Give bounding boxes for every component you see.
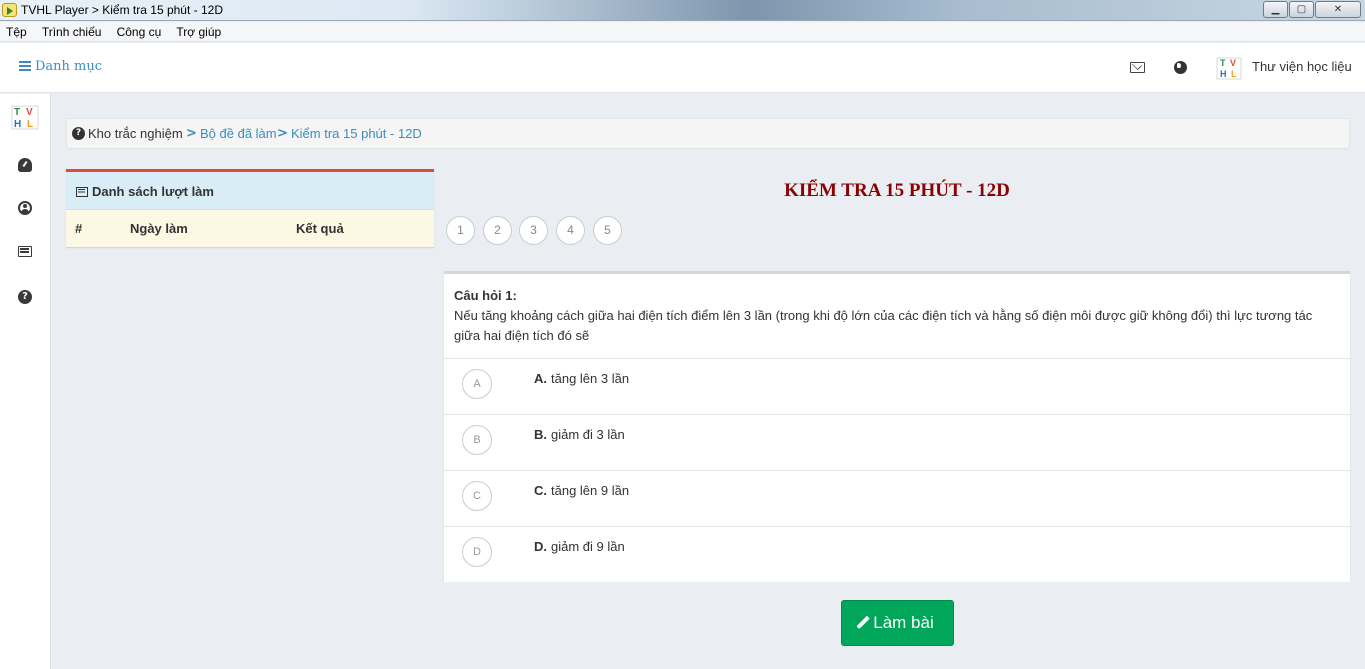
option-label: D. — [534, 539, 547, 554]
breadcrumb-item-done-sets[interactable]: Bộ đề đã làm — [200, 126, 277, 141]
menu-item-file[interactable]: Tệp — [0, 22, 32, 39]
breadcrumb: ? Kho trắc nghiệm > Bộ đề đã làm > Kiểm … — [66, 118, 1350, 149]
option-radio-b[interactable]: B — [462, 425, 492, 455]
quiz-title: KIỂM TRA 15 PHÚT - 12D — [784, 180, 1010, 201]
svg-text:T: T — [14, 107, 20, 118]
window-title: TVHL Player > Kiểm tra 15 phút - 12D — [21, 3, 223, 17]
chevron-right-icon: > — [186, 126, 197, 141]
submit-quiz-button[interactable]: Làm bài — [841, 600, 954, 646]
answer-option-c[interactable]: C C. tăng lên 9 lần — [444, 470, 1350, 526]
option-label: A. — [534, 371, 547, 386]
globe-icon[interactable] — [1174, 61, 1187, 74]
option-text: giảm đi 3 lần — [551, 427, 625, 442]
question-circle-icon: ? — [72, 127, 85, 140]
submit-label: Làm bài — [873, 613, 934, 632]
option-radio-a[interactable]: A — [462, 369, 492, 399]
menu-item-tools[interactable]: Công cụ — [111, 22, 167, 39]
breadcrumb-item-current-quiz[interactable]: Kiểm tra 15 phút - 12D — [291, 126, 422, 141]
question-label: Câu hỏi 1: — [454, 288, 517, 303]
question-body: Câu hỏi 1: Nếu tăng khoảng cách giữa hai… — [454, 286, 1340, 346]
help-icon[interactable]: ? — [18, 290, 32, 304]
pencil-icon — [856, 615, 870, 630]
app-header: Danh mục T V H L Thư viện học liệu — [0, 43, 1365, 93]
app-icon — [2, 3, 17, 17]
close-button[interactable]: ✕ — [1315, 1, 1361, 18]
attempt-history-panel: Danh sách lượt làm # Ngày làm Kết quả — [66, 169, 434, 247]
list-icon — [76, 187, 88, 197]
brand-logo-icon: T V H L — [1216, 57, 1242, 80]
option-text: tăng lên 9 lần — [551, 483, 630, 498]
svg-text:L: L — [1231, 69, 1237, 79]
option-radio-d[interactable]: D — [462, 537, 492, 567]
menu-item-help[interactable]: Trợ giúp — [170, 22, 226, 39]
answer-option-b[interactable]: B B. giảm đi 3 lần — [444, 414, 1350, 470]
svg-text:V: V — [1230, 58, 1236, 68]
svg-text:T: T — [1220, 58, 1226, 68]
attempt-history-title: Danh sách lượt làm — [92, 184, 214, 199]
page-button[interactable]: 3 — [519, 216, 548, 245]
question-text: Nếu tăng khoảng cách giữa hai điện tích … — [454, 308, 1313, 343]
hamburger-icon — [19, 61, 31, 71]
category-menu-toggle[interactable]: Danh mục — [19, 59, 102, 74]
page-button[interactable]: 5 — [593, 216, 622, 245]
menu-item-slideshow[interactable]: Trình chiếu — [36, 22, 107, 39]
attempt-history-columns: # Ngày làm Kết quả — [66, 210, 434, 247]
maximize-button[interactable]: ▢ — [1289, 1, 1314, 18]
attempt-history-header: Danh sách lượt làm — [66, 172, 434, 210]
option-radio-c[interactable]: C — [462, 481, 492, 511]
option-label: C. — [534, 483, 547, 498]
page-button[interactable]: 1 — [446, 216, 475, 245]
rail-logo-icon[interactable]: T V H L — [10, 103, 40, 131]
column-header-date: Ngày làm — [130, 221, 188, 236]
option-label: B. — [534, 427, 547, 442]
minimize-button[interactable]: ▁ — [1263, 1, 1288, 18]
menu-bar: Tệp Trình chiếu Công cụ Trợ giúp — [0, 22, 1365, 42]
column-header-index: # — [75, 221, 83, 236]
answer-option-a[interactable]: A A. tăng lên 3 lần — [444, 358, 1350, 414]
breadcrumb-item-question-bank[interactable]: Kho trắc nghiệm — [88, 126, 183, 141]
page-button[interactable]: 4 — [556, 216, 585, 245]
svg-text:H: H — [1220, 69, 1227, 79]
page-button[interactable]: 2 — [483, 216, 512, 245]
option-text: tăng lên 3 lần — [551, 371, 630, 386]
category-menu-label: Danh mục — [35, 59, 103, 74]
svg-text:L: L — [27, 119, 33, 130]
chevron-right-icon: > — [277, 126, 288, 141]
svg-text:H: H — [14, 119, 21, 130]
brand-name[interactable]: Thư viện học liệu — [1252, 59, 1352, 74]
question-card: Câu hỏi 1: Nếu tăng khoảng cách giữa hai… — [444, 271, 1350, 582]
window-title-bar: TVHL Player > Kiểm tra 15 phút - 12D ▁ ▢… — [0, 0, 1365, 21]
user-icon[interactable] — [18, 201, 32, 215]
column-header-result: Kết quả — [296, 221, 344, 236]
answer-option-d[interactable]: D D. giảm đi 9 lần — [444, 526, 1350, 582]
option-text: giảm đi 9 lần — [551, 539, 625, 554]
envelope-icon[interactable] — [1130, 62, 1145, 73]
list-icon[interactable] — [18, 246, 32, 257]
svg-text:V: V — [26, 107, 33, 118]
side-rail: T V H L ? — [0, 94, 51, 669]
dashboard-icon[interactable] — [18, 158, 32, 172]
